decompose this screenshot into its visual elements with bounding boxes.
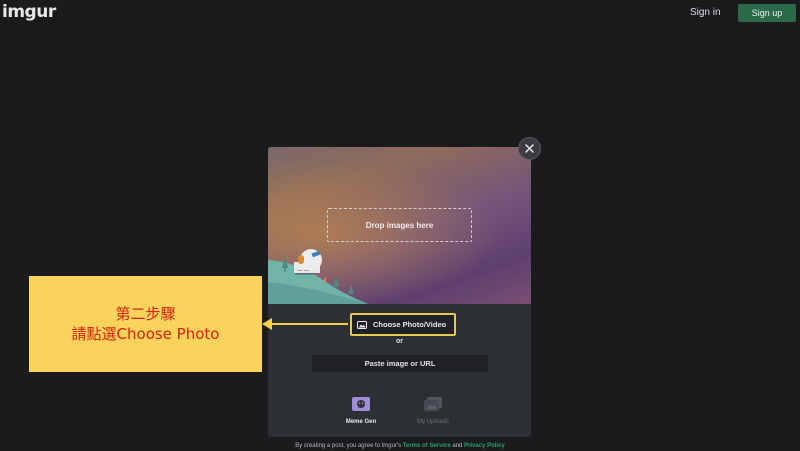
terms-notice: By creating a post, you agree to Imgur's… (0, 443, 800, 449)
terms-prefix: By creating a post, you agree to Imgur's (295, 443, 402, 449)
drop-zone[interactable]: Drop images here (327, 208, 472, 242)
choose-photo-video-button[interactable]: Choose Photo/Video (350, 313, 456, 336)
or-separator: or (396, 338, 403, 345)
choose-photo-video-label: Choose Photo/Video (373, 320, 447, 329)
drop-area-illustration[interactable]: Drop images here (268, 147, 531, 304)
upload-modal: Drop images here Choose Photo/Video or P… (268, 147, 531, 437)
observatory-hill-illustration (268, 249, 368, 304)
top-bar: imgur Sign in Sign up (0, 0, 800, 28)
instruction-callout: 第二步驟 請點選Choose Photo (29, 276, 262, 372)
privacy-policy-link[interactable]: Privacy Policy (464, 443, 505, 449)
sign-up-button[interactable]: Sign up (738, 4, 796, 22)
terms-of-service-link[interactable]: Terms of Service (403, 443, 451, 449)
terms-and: and (452, 443, 463, 449)
sign-in-link[interactable]: Sign in (690, 7, 721, 18)
meme-gen-label: Meme Gen (345, 419, 377, 425)
my-uploads-icon (424, 397, 442, 411)
my-uploads-label: My Uploads (417, 419, 449, 425)
my-uploads-tool[interactable]: My Uploads (408, 397, 458, 425)
instruction-step-text: 請點選Choose Photo (71, 325, 220, 343)
instruction-step-title: 第二步驟 (115, 305, 176, 323)
close-icon (525, 144, 534, 153)
meme-gen-tool[interactable]: Meme Gen (336, 397, 386, 425)
drop-zone-label: Drop images here (365, 220, 434, 230)
callout-arrow-icon (262, 318, 348, 330)
imgur-logo[interactable]: imgur (2, 2, 56, 22)
image-icon (357, 320, 367, 329)
close-modal-button[interactable] (518, 137, 541, 160)
meme-gen-icon (352, 397, 370, 411)
paste-image-or-url-button[interactable]: Paste image or URL (312, 355, 488, 372)
